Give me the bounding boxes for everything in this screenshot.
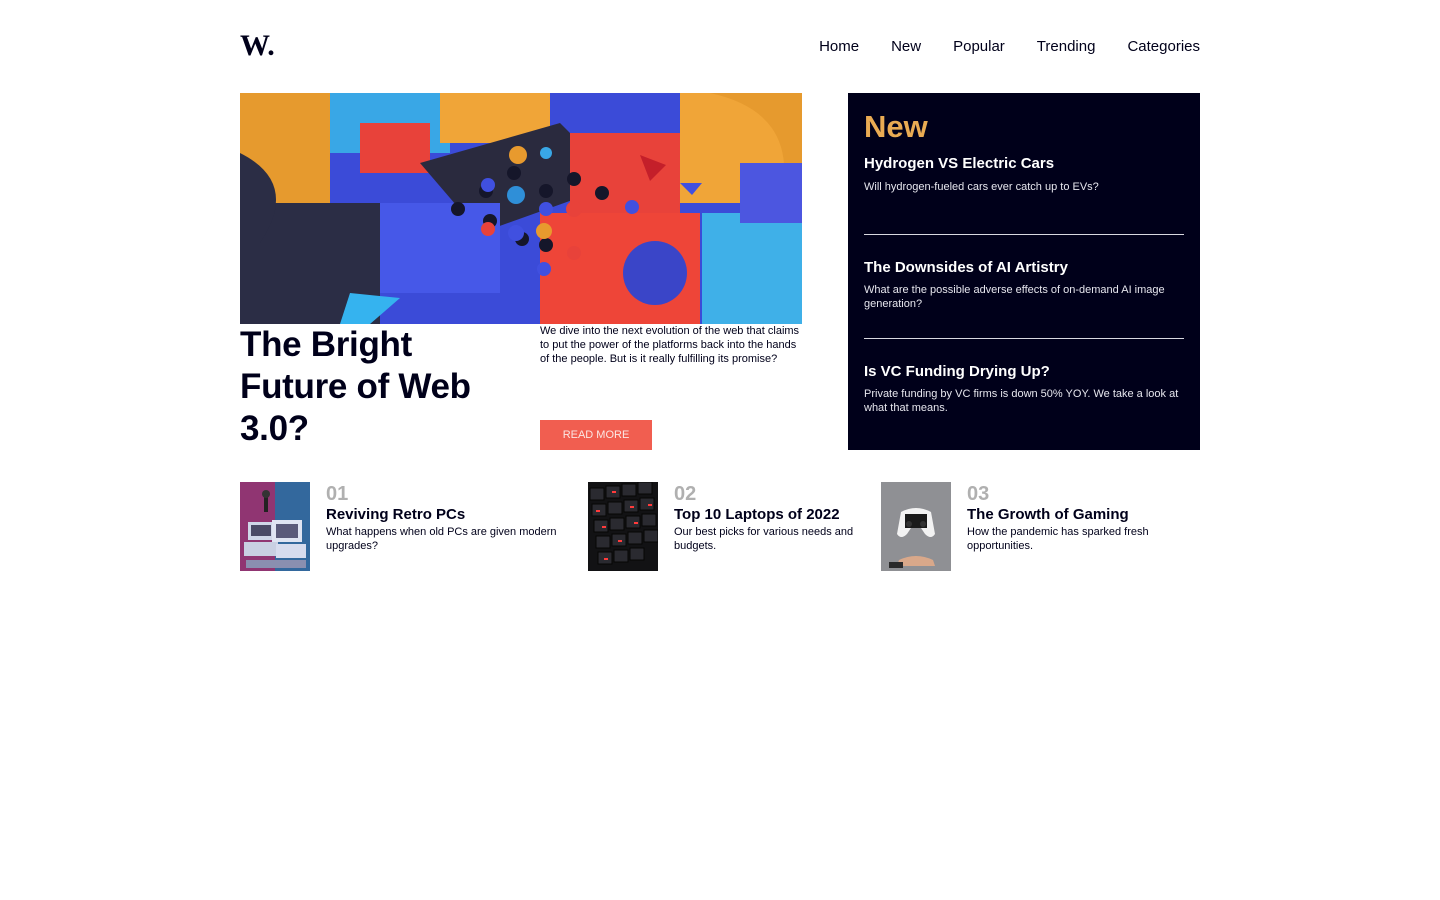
hero-description: We dive into the next evolution of the w… [540,325,800,365]
article-title[interactable]: Reviving Retro PCs [326,506,570,524]
new-item-summary: Private funding by VC firms is down 50% … [864,388,1179,414]
numbered-articles: 01 Reviving Retro PCs What happens when … [240,482,1200,572]
article-summary: How the pandemic has sparked fresh oppor… [967,526,1149,552]
article-card-body: 01 Reviving Retro PCs What happens when … [326,482,570,553]
article-card[interactable]: 01 Reviving Retro PCs What happens when … [240,482,570,572]
article-title[interactable]: Top 10 Laptops of 2022 [674,506,868,524]
keyboard-image[interactable] [588,482,658,571]
main-nav: Home New Popular Trending Categories [819,38,1200,55]
article-number: 01 [326,483,349,505]
new-item[interactable]: Is VC Funding Drying Up? Private funding… [864,339,1184,415]
new-item[interactable]: Hydrogen VS Electric Cars Will hydrogen-… [864,155,1184,235]
hero-title[interactable]: The Bright Future of Web 3.0? [240,324,520,450]
new-articles-panel: New Hydrogen VS Electric Cars Will hydro… [848,93,1200,450]
nav-new[interactable]: New [891,38,921,55]
new-item-summary: What are the possible adverse effects of… [864,284,1165,310]
article-number: 03 [967,483,990,505]
new-item-title[interactable]: Is VC Funding Drying Up? [864,363,1184,381]
article-card-body: 02 Top 10 Laptops of 2022 Our best picks… [674,482,868,553]
nav-trending[interactable]: Trending [1037,38,1096,55]
read-more-button[interactable]: READ MORE [540,420,652,450]
article-card[interactable]: 03 The Growth of Gaming How the pandemic… [881,482,1200,572]
article-card-body: 03 The Growth of Gaming How the pandemic… [967,482,1200,553]
article-summary: What happens when old PCs are given mode… [326,526,557,552]
site-header: W. Home New Popular Trending Categories [240,30,1200,64]
new-item-title[interactable]: Hydrogen VS Electric Cars [864,155,1184,173]
new-item-summary: Will hydrogen-fueled cars ever catch up … [864,181,1099,193]
svg-text:W.: W. [240,30,275,60]
article-title[interactable]: The Growth of Gaming [967,506,1200,524]
retro-pc-image[interactable] [240,482,310,571]
article-card[interactable]: 02 Top 10 Laptops of 2022 Our best picks… [588,482,868,572]
new-heading: New [864,109,928,144]
article-number: 02 [674,483,697,505]
hero-image[interactable] [240,93,802,324]
article-summary: Our best picks for various needs and bud… [674,526,854,552]
new-item-title[interactable]: The Downsides of AI Artistry [864,259,1184,277]
nav-popular[interactable]: Popular [953,38,1005,55]
logo[interactable]: W. [240,30,282,60]
nav-home[interactable]: Home [819,38,859,55]
game-controller-image[interactable] [881,482,951,571]
new-item[interactable]: The Downsides of AI Artistry What are th… [864,235,1184,339]
nav-categories[interactable]: Categories [1127,38,1200,55]
